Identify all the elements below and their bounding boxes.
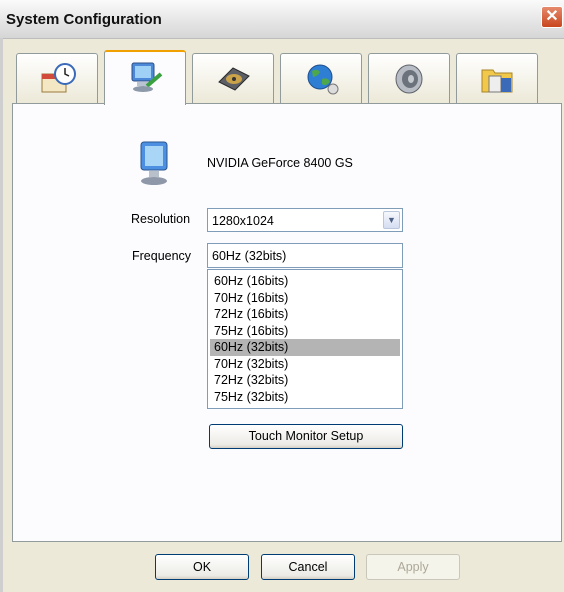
tab-datetime[interactable] — [16, 53, 98, 103]
gpu-name: NVIDIA GeForce 8400 GS — [207, 156, 353, 170]
hard-disk-icon — [218, 67, 250, 91]
frequency-value: 60Hz (32bits) — [212, 249, 287, 263]
frequency-option[interactable]: 60Hz (16bits) — [210, 273, 400, 290]
frequency-option-selected[interactable]: 60Hz (32bits) — [210, 339, 400, 356]
frequency-option[interactable]: 75Hz (16bits) — [210, 323, 400, 340]
monitor-icon — [140, 141, 168, 185]
frequency-dropdown-list[interactable]: 60Hz (16bits) 70Hz (16bits) 72Hz (16bits… — [207, 269, 403, 409]
close-button[interactable]: ✕ — [541, 6, 563, 28]
resolution-value: 1280x1024 — [212, 214, 274, 228]
touch-monitor-setup-button[interactable]: Touch Monitor Setup — [209, 424, 403, 449]
display-settings-panel: NVIDIA GeForce 8400 GS Resolution 1280x1… — [12, 103, 562, 542]
apply-button: Apply — [366, 554, 460, 580]
resolution-select[interactable]: 1280x1024 ▼ — [207, 208, 403, 232]
calendar-clock-icon — [41, 63, 76, 93]
tab-storage[interactable] — [192, 53, 274, 103]
tab-strip — [12, 50, 560, 105]
monitor-settings-icon — [131, 62, 163, 92]
frequency-option[interactable]: 70Hz (16bits) — [210, 290, 400, 307]
title-bar[interactable]: System Configuration ✕ — [0, 0, 564, 39]
resolution-label: Resolution — [131, 212, 191, 226]
frequency-option[interactable]: 72Hz (16bits) — [210, 306, 400, 323]
ok-button[interactable]: OK — [155, 554, 249, 580]
cancel-button[interactable]: Cancel — [261, 554, 355, 580]
frequency-label: Frequency — [132, 249, 192, 263]
chevron-down-icon[interactable]: ▼ — [383, 211, 400, 229]
frequency-option[interactable]: 70Hz (32bits) — [210, 356, 400, 373]
window-title: System Configuration — [6, 11, 162, 28]
tab-audio[interactable] — [368, 53, 450, 103]
system-configuration-window: System Configuration ✕ NVIDIA GeForce 84… — [0, 0, 564, 592]
frequency-combobox[interactable]: 60Hz (32bits) — [207, 243, 403, 268]
frequency-option[interactable]: 75Hz (32bits) — [210, 389, 400, 406]
speaker-icon — [395, 64, 423, 94]
tab-network[interactable] — [280, 53, 362, 103]
globe-network-icon — [307, 64, 339, 95]
system-info-icon — [481, 69, 513, 93]
tab-display[interactable] — [104, 50, 186, 105]
frequency-option[interactable]: 72Hz (32bits) — [210, 372, 400, 389]
window-border — [0, 38, 3, 592]
tab-system[interactable] — [456, 53, 538, 103]
